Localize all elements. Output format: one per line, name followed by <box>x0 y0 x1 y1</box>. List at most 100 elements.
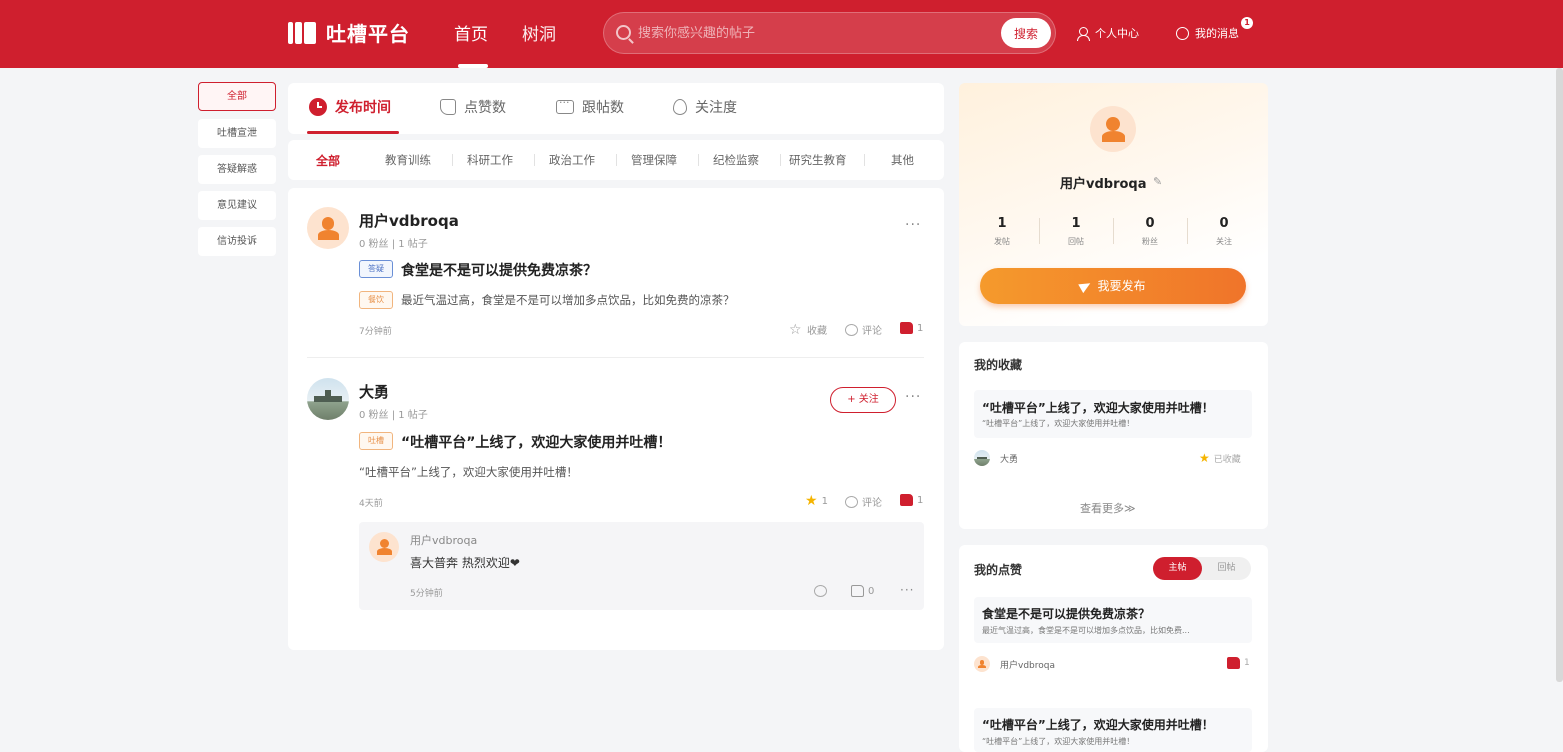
filter-politics[interactable]: 政治工作 <box>549 152 595 168</box>
avatar[interactable] <box>307 378 349 420</box>
post-author-meta: 0 粉丝 | 1 帖子 <box>359 239 428 250</box>
reply-time: 5分钟前 <box>410 589 443 599</box>
post-time: 4天前 <box>359 499 383 509</box>
publish-button[interactable]: 我要发布 <box>980 268 1246 304</box>
nav-tree-hole[interactable]: 树洞 <box>522 20 556 45</box>
filter-discipline[interactable]: 纪检监察 <box>713 152 759 168</box>
avatar[interactable] <box>369 532 399 562</box>
stat-separator <box>1113 218 1114 244</box>
favorited-state[interactable]: ★ 已收藏 <box>1199 451 1241 465</box>
post-time: 7分钟前 <box>359 327 392 337</box>
avatar <box>974 450 990 466</box>
see-more-link[interactable]: 查看更多≫ <box>1080 500 1136 516</box>
follow-button[interactable]: + 关注 <box>830 387 896 413</box>
message-icon <box>1176 26 1189 40</box>
edit-icon[interactable]: ✎ <box>1153 175 1162 188</box>
post-divider <box>307 357 924 358</box>
favorite-count: 1 <box>821 495 828 507</box>
filter-separator <box>534 154 535 166</box>
liked-item-title[interactable]: “吐槽平台”上线了，欢迎大家使用并吐槽！ <box>982 716 1214 733</box>
filter-separator <box>780 154 781 166</box>
filter-education[interactable]: 教育训练 <box>385 152 431 168</box>
reply-like-button[interactable]: 0 <box>851 585 874 597</box>
filter-research[interactable]: 科研工作 <box>467 152 513 168</box>
favorite-item-title[interactable]: “吐槽平台”上线了，欢迎大家使用并吐槽！ <box>982 399 1214 416</box>
filter-other[interactable]: 其他 <box>891 152 914 168</box>
star-filled-icon: ★ <box>805 493 818 509</box>
search-button[interactable]: 搜索 <box>1001 18 1051 48</box>
stat-posts-label: 发帖 <box>994 237 1010 246</box>
post-title[interactable]: 食堂是不是可以提供免费凉茶？ <box>401 260 597 280</box>
more-icon[interactable]: ··· <box>905 389 921 405</box>
liked-state[interactable]: 1 <box>1227 657 1250 669</box>
likes-title: 我的点赞 <box>974 563 1023 577</box>
nav-active-indicator <box>458 64 488 68</box>
filter-management[interactable]: 管理保障 <box>631 152 677 168</box>
more-icon[interactable]: ··· <box>905 217 921 233</box>
reply-comment-button[interactable] <box>814 585 831 597</box>
post-body[interactable]: 最近气温过高，食堂是不是可以增加多点饮品，比如免费的凉茶？ <box>401 292 735 308</box>
logo[interactable]: 吐槽平台 <box>288 18 410 47</box>
stat-replies-label: 回帖 <box>1068 237 1084 246</box>
filter-all[interactable]: 全部 <box>316 152 340 169</box>
tab-publish-time[interactable]: 发布时间 <box>309 97 391 117</box>
filter-separator <box>698 154 699 166</box>
liked-item-author[interactable]: 用户vdbroqa <box>1000 658 1055 671</box>
avatar[interactable] <box>307 207 349 249</box>
thumb-up-icon <box>440 99 456 115</box>
profile-avatar[interactable] <box>1090 106 1136 152</box>
nav-home[interactable]: 首页 <box>454 20 488 45</box>
liked-item-sub: “吐槽平台”上线了，欢迎大家使用并吐槽！ <box>982 737 1135 746</box>
tab-replies-label: 跟帖数 <box>582 100 624 116</box>
category-qa[interactable]: 答疑解惑 <box>198 155 276 184</box>
tab-likes[interactable]: 点赞数 <box>440 97 506 117</box>
category-suggestion[interactable]: 意见建议 <box>198 191 276 220</box>
reply-author[interactable]: 用户vdbroqa <box>410 532 477 548</box>
sort-active-indicator <box>307 131 399 134</box>
thumb-up-filled-icon <box>1227 657 1240 669</box>
reply-like-count: 0 <box>868 585 875 597</box>
my-messages-link[interactable]: 我的消息 <box>1176 25 1239 41</box>
reply-text: 喜大普奔 热烈欢迎❤ <box>410 556 520 570</box>
personal-center-link[interactable]: 个人中心 <box>1077 25 1139 41</box>
star-outline-icon: ☆ <box>789 321 802 338</box>
filter-separator <box>864 154 865 166</box>
post-body[interactable]: “吐槽平台”上线了，欢迎大家使用并吐槽！ <box>359 464 578 480</box>
comment-button[interactable]: 评论 <box>845 494 882 509</box>
like-button[interactable]: 1 <box>900 494 923 506</box>
user-icon <box>1077 26 1090 41</box>
filter-separator <box>452 154 453 166</box>
thumb-up-filled-icon <box>900 322 913 334</box>
post-author[interactable]: 用户vdbroqa <box>359 210 459 231</box>
favorite-button[interactable]: ☆ 收藏 <box>789 321 827 338</box>
comment-button[interactable]: 评论 <box>845 322 882 337</box>
message-icon <box>556 96 574 114</box>
more-icon[interactable]: ··· <box>900 583 914 597</box>
star-filled-icon: ★ <box>1199 451 1210 465</box>
tab-replies[interactable]: 跟帖数 <box>556 96 624 117</box>
like-count: 1 <box>917 494 924 506</box>
like-button[interactable]: 1 <box>900 322 923 334</box>
stat-separator <box>1187 218 1188 244</box>
category-vent[interactable]: 吐槽宣泄 <box>198 119 276 148</box>
favorite-author[interactable]: 大勇 <box>1000 452 1018 465</box>
toggle-main-posts[interactable]: 主帖 <box>1153 557 1202 580</box>
toggle-replies[interactable]: 回帖 <box>1202 557 1251 580</box>
liked-item-title[interactable]: 食堂是不是可以提供免费凉茶？ <box>982 605 1150 622</box>
favorite-button[interactable]: ★ 1 <box>805 494 828 508</box>
stat-fans-label: 粉丝 <box>1142 237 1158 246</box>
send-icon <box>1078 278 1094 294</box>
publish-label: 我要发布 <box>1097 279 1146 293</box>
filter-graduate[interactable]: 研究生教育 <box>789 152 847 168</box>
message-badge: 1 <box>1241 17 1253 29</box>
post-author[interactable]: 大勇 <box>359 381 389 402</box>
category-all[interactable]: 全部 <box>198 82 276 111</box>
thumb-up-icon <box>851 585 864 597</box>
page-scrollbar[interactable] <box>1556 68 1563 682</box>
tab-attention[interactable]: 关注度 <box>673 97 737 117</box>
post-tag: 吐槽 <box>359 432 393 450</box>
post-tag: 餐饮 <box>359 291 393 309</box>
post-title[interactable]: “吐槽平台”上线了，欢迎大家使用并吐槽！ <box>401 432 671 452</box>
search-input[interactable] <box>638 22 993 44</box>
category-complaint[interactable]: 信访投诉 <box>198 227 276 256</box>
